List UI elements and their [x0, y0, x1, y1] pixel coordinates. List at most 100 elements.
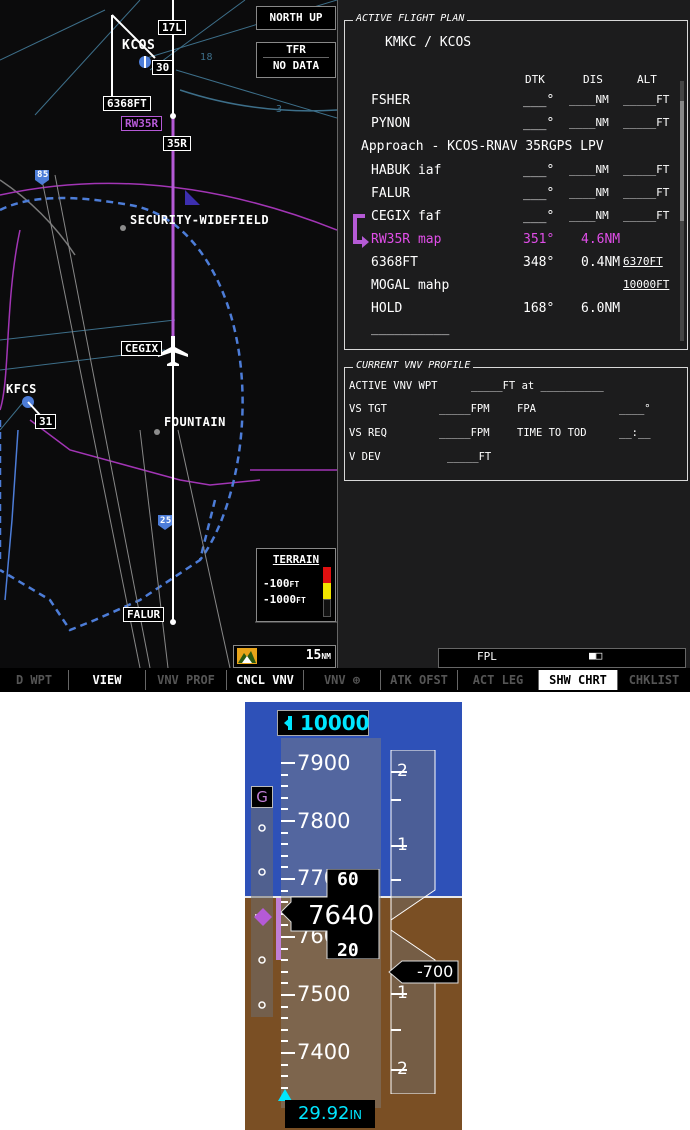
tape-tick [281, 762, 295, 764]
softkey-bar: D WPT VIEW VNV PROF CNCL VNV VNV ⊕ ATK O… [0, 668, 690, 692]
map-range-value: 15NM [305, 648, 331, 663]
highway-25-label: 25 [160, 516, 172, 526]
tape-tick [281, 785, 288, 788]
tfr-status-box: TFR NO DATA [256, 42, 336, 78]
page-group-label: FPL [477, 650, 497, 663]
tape-tick [281, 994, 295, 996]
vnv-vs-tgt-row: VS TGT _____FPM FPA ____° [349, 403, 651, 415]
softkey-vnv-prof[interactable]: VNV PROF [146, 670, 227, 690]
tape-tick [281, 1040, 288, 1043]
waypoint-falur-label[interactable]: FALUR [123, 607, 165, 622]
waypoint-rw35r-label[interactable]: RW35R [121, 116, 163, 131]
tfr-title: TFR [263, 43, 329, 58]
softkey-d-wpt[interactable]: D WPT [0, 670, 69, 690]
softkey-shw-chrt[interactable]: SHW CHRT [539, 670, 618, 690]
city-security-widefield-label: SECURITY-WIDEFIELD [130, 213, 270, 227]
fp-row-6368ft[interactable]: 6368FT 348° 0.4NM 6370FT [345, 253, 685, 273]
tape-tick [281, 970, 288, 973]
baro-unit: IN [349, 1108, 363, 1122]
selected-altitude-value: 10000 [300, 711, 370, 735]
tape-tick [281, 831, 288, 834]
softkey-vnv-direct[interactable]: VNV ⊕ [304, 670, 381, 690]
airport-kcos-label[interactable]: KCOS [122, 38, 155, 53]
runway-17l-label: 17L [158, 20, 186, 35]
map-range-box[interactable]: 15NM [233, 645, 336, 668]
tape-tick [281, 1063, 288, 1066]
vs-label-1-up: 1 [397, 835, 408, 855]
map-number-18: 18 [200, 52, 214, 63]
fp-row-fsher[interactable]: FSHER ___° ____NM _____FT [345, 91, 685, 111]
fp-row-falur[interactable]: FALUR ___° ____NM _____FT [345, 184, 685, 204]
highway-85-label: 85 [37, 170, 49, 180]
tape-tick [281, 1052, 295, 1054]
altitude-roll-upper: 60 [337, 869, 359, 890]
vnv-vs-req-row: VS REQ _____FPM TIME TO TOD __:__ [349, 427, 651, 439]
fp-row-pynon[interactable]: PYNON ___° ____NM _____FT [345, 114, 685, 134]
column-alt: ALT [637, 73, 657, 86]
terrain-lower-value: -1000FT [263, 593, 306, 606]
mfd-display: KCOS 17L 30 6368FT RW35R 35R 18 3 85 25 … [0, 0, 690, 692]
fp-row-mogal[interactable]: MOGAL mahp 10000FT [345, 276, 685, 296]
vs-label-2-down: 2 [397, 1059, 408, 1079]
terrain-title: TERRAIN [272, 553, 320, 566]
terrain-yellow-bar [323, 583, 331, 599]
fp-row-approach-header[interactable]: Approach - KCOS-RNAV 35RGPS LPV [345, 137, 685, 157]
fp-row-rw35r-active[interactable]: RW35R map 351° 4.6NM [345, 230, 685, 250]
waypoint-cegix-label[interactable]: CEGIX [121, 341, 163, 356]
terrain-legend: TERRAIN -100FT -1000FT [256, 548, 336, 622]
airport-kfcs-label[interactable]: KFCS [6, 382, 37, 396]
selected-altitude-box[interactable]: 10000 [277, 710, 370, 736]
tape-label-7500: 7500 [297, 982, 351, 1006]
runway-31-label: 31 [35, 414, 57, 429]
softkey-chklist[interactable]: CHKLIST [618, 670, 690, 690]
fp-row-hold[interactable]: HOLD 168° 6.0NM [345, 299, 685, 319]
fp-row-cegix[interactable]: CEGIX faf ___° ____NM _____FT [345, 207, 685, 227]
softkey-atk-ofst[interactable]: ATK OFST [381, 670, 458, 690]
terrain-upper-value: -100FT [263, 577, 300, 590]
flight-plan-scrollbar[interactable] [680, 81, 684, 341]
tape-tick [281, 982, 288, 985]
vnv-active-wpt-row: ACTIVE VNV WPT _____FT at __________ [349, 380, 604, 392]
column-dis: DIS [583, 73, 603, 86]
page-status-bar: FPL ■□ [438, 648, 686, 668]
softkey-cncl-vnv[interactable]: CNCL VNV [227, 670, 304, 690]
softkey-view[interactable]: VIEW [69, 670, 146, 690]
tape-tick [281, 843, 288, 846]
vdi-glidepath-label: G [251, 786, 273, 808]
fp-row-empty[interactable]: __________ [345, 319, 685, 339]
current-vnv-profile-window[interactable]: CURRENT VNV PROFILE ACTIVE VNV WPT _____… [344, 360, 688, 481]
tape-label-7900: 7900 [297, 751, 351, 775]
baro-value: 29.92 [297, 1103, 350, 1124]
vnv-vdev-row: V DEV _____FT [349, 451, 492, 463]
map-number-3: 3 [276, 104, 283, 115]
tape-tick [281, 808, 288, 811]
vs-label-2-up: 2 [397, 761, 408, 781]
softkey-act-leg[interactable]: ACT LEG [458, 670, 539, 690]
tape-tick [281, 820, 295, 822]
fp-row-habuk[interactable]: HABUK iaf ___° ____NM _____FT [345, 161, 685, 181]
tape-tick [281, 1075, 288, 1078]
current-altitude-value: 7640 [308, 901, 375, 931]
navigation-map[interactable]: KCOS 17L 30 6368FT RW35R 35R 18 3 85 25 … [0, 0, 337, 668]
flight-plan-panel: ACTIVE FLIGHT PLAN KMKC / KCOS DTK DIS A… [338, 0, 690, 668]
waypoint-6368ft-label[interactable]: 6368FT [103, 96, 151, 111]
terrain-black-bar [323, 599, 331, 617]
active-flight-plan-title: ACTIVE FLIGHT PLAN [353, 13, 468, 24]
column-dtk: DTK [525, 73, 545, 86]
altimeter-display: G 7900 7800 7700 7600 7500 7400 7640 60 … [245, 702, 462, 1130]
tape-tick [281, 1028, 288, 1031]
vertical-speed-indicator [390, 750, 436, 1094]
vs-label-1-down: 1 [397, 983, 408, 1003]
flight-plan-scroll-thumb[interactable] [680, 101, 684, 221]
altitude-roll-lower: 20 [337, 940, 359, 961]
terrain-icon [237, 648, 257, 664]
active-flight-plan-window[interactable]: ACTIVE FLIGHT PLAN KMKC / KCOS DTK DIS A… [344, 13, 688, 350]
runway-35r-label: 35R [163, 136, 191, 151]
tape-label-7800: 7800 [297, 809, 351, 833]
active-leg-arrow-icon [353, 214, 369, 248]
barometric-setting-box[interactable]: 29.92IN [285, 1100, 375, 1128]
map-orientation-north-up[interactable]: NORTH UP [256, 6, 336, 30]
selected-altitude-bug-bar [288, 716, 292, 730]
tape-tick [281, 773, 288, 776]
tape-tick [281, 1017, 288, 1020]
